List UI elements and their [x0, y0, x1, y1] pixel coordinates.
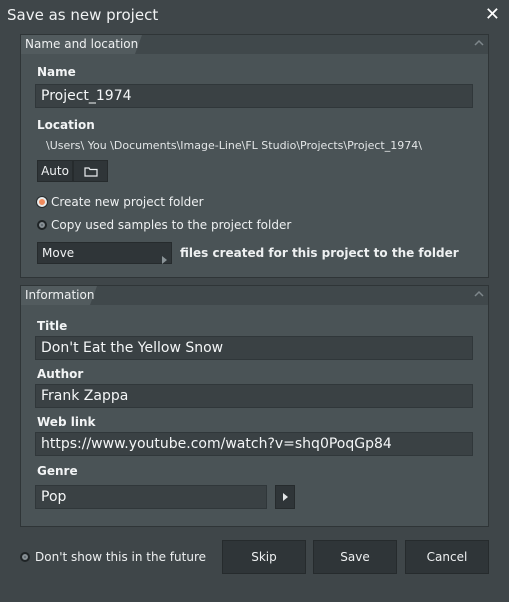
information-panel: Information Title Don't Eat the Yellow S… — [20, 285, 489, 527]
chevron-right-icon — [276, 493, 294, 512]
title-field[interactable]: Don't Eat the Yellow Snow — [35, 336, 473, 360]
move-select[interactable]: Move — [37, 242, 172, 264]
collapse-icon[interactable] — [474, 290, 484, 298]
name-field[interactable]: Project_1974 — [35, 84, 473, 108]
save-button[interactable]: Save — [313, 540, 397, 574]
title-label: Title — [37, 319, 68, 333]
name-label: Name — [37, 65, 76, 79]
folder-icon — [83, 166, 98, 180]
weblink-field[interactable]: https://www.youtube.com/watch?v=shq0PoqG… — [35, 432, 473, 456]
location-path[interactable]: \Users\ You \Documents\Image-Line\FL Stu… — [46, 139, 422, 152]
auto-button[interactable]: Auto — [37, 160, 73, 182]
dont-show-label: Don't show this in the future — [35, 550, 206, 564]
title-bar: Save as new project ✕ — [0, 0, 509, 32]
close-icon[interactable]: ✕ — [485, 4, 500, 25]
move-suffix: files created for this project to the fo… — [180, 246, 459, 260]
location-label: Location — [37, 118, 95, 132]
skip-button[interactable]: Skip — [222, 540, 306, 574]
author-field[interactable]: Frank Zappa — [35, 384, 473, 408]
move-value: Move — [42, 246, 75, 260]
browse-folder-button[interactable] — [73, 160, 108, 182]
genre-label: Genre — [37, 464, 78, 478]
panel-header: Name and location — [21, 35, 488, 54]
weblink-label: Web link — [37, 415, 96, 429]
radio-icon[interactable] — [37, 220, 47, 230]
create-folder-label: Create new project folder — [51, 195, 204, 209]
radio-icon[interactable] — [20, 552, 30, 562]
radio-icon[interactable] — [37, 197, 47, 207]
dont-show-option[interactable]: Don't show this in the future — [20, 550, 206, 564]
cancel-button[interactable]: Cancel — [405, 540, 489, 574]
name-location-panel: Name and location Name Project_1974 Loca… — [20, 34, 489, 278]
copy-samples-label: Copy used samples to the project folder — [51, 218, 292, 232]
location-buttons: Auto — [37, 160, 108, 182]
panel-title: Name and location — [25, 37, 139, 51]
chevron-right-icon — [162, 250, 167, 264]
copy-samples-option[interactable]: Copy used samples to the project folder — [37, 218, 291, 232]
author-label: Author — [37, 367, 84, 381]
create-folder-option[interactable]: Create new project folder — [37, 195, 204, 209]
genre-dropdown-button[interactable] — [275, 485, 295, 509]
collapse-icon[interactable] — [474, 39, 484, 47]
panel-header: Information — [21, 286, 488, 305]
dialog-title: Save as new project — [7, 6, 159, 24]
genre-field[interactable]: Pop — [35, 485, 267, 509]
panel-title: Information — [25, 288, 95, 302]
